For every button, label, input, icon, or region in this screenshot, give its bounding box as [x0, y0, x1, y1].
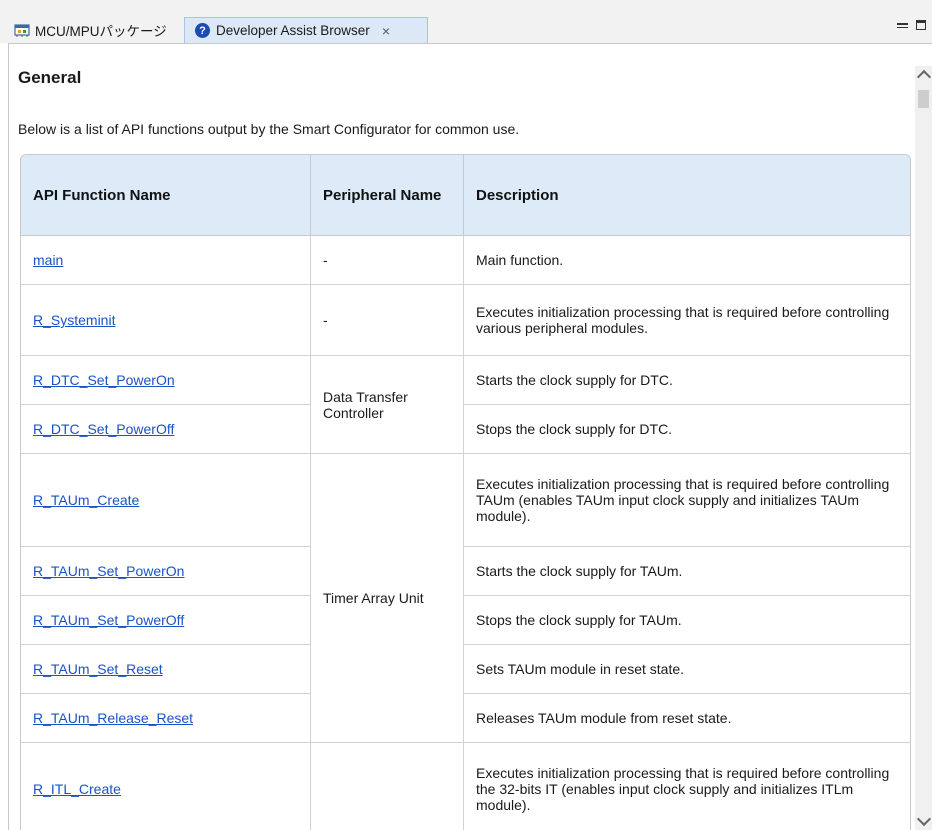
minimize-icon[interactable]	[896, 19, 910, 31]
tab-developer-assist-browser[interactable]: ? Developer Assist Browser ×	[184, 17, 428, 43]
table-row: R_DTC_Set_PowerOff Stops the clock supply…	[21, 404, 910, 454]
column-header-description: Description	[463, 155, 910, 236]
table-row: R_DTC_Set_PowerOn Data Transfer Controlle…	[21, 355, 910, 454]
function-link[interactable]: R_TAUm_Release_Reset	[33, 710, 193, 726]
description-cell: Main function.	[463, 235, 910, 285]
function-link[interactable]: R_DTC_Set_PowerOn	[33, 372, 175, 388]
function-link[interactable]: R_ITL_Create	[33, 781, 121, 797]
close-icon[interactable]: ×	[382, 23, 390, 39]
function-link[interactable]: R_TAUm_Set_PowerOff	[33, 612, 184, 628]
description-cell: Releases TAUm module from reset state.	[463, 693, 910, 743]
function-name-cell: R_TAUm_Release_Reset	[21, 693, 311, 743]
tab-strip: MCU/MPUパッケージ ? Developer Assist Browser …	[0, 17, 932, 43]
description-cell: Executes initialization processing that …	[463, 742, 910, 830]
description-cell: Starts the clock supply for DTC.	[463, 355, 910, 405]
package-icon	[14, 23, 30, 37]
description-cell: Executes initialization processing that …	[463, 284, 910, 356]
function-link[interactable]: main	[33, 252, 63, 268]
peripheral-name-cell	[310, 742, 464, 830]
function-name-cell: R_TAUm_Set_Reset	[21, 644, 311, 694]
function-link[interactable]: R_TAUm_Set_Reset	[33, 661, 163, 677]
help-icon: ?	[195, 23, 210, 38]
browser-content: General Below is a list of API functions…	[8, 43, 932, 830]
peripheral-name-cell: -	[310, 235, 464, 285]
function-name-cell: R_DTC_Set_PowerOff	[21, 404, 311, 454]
function-name-cell: R_TAUm_Set_PowerOn	[21, 546, 311, 596]
scroll-up-icon[interactable]	[916, 69, 932, 85]
column-header-peripheral-name: Peripheral Name	[310, 155, 464, 236]
description-cell: Executes initialization processing that …	[463, 453, 910, 547]
tab-label: Developer Assist Browser	[216, 23, 370, 38]
tab-bar: MCU/MPUパッケージ ? Developer Assist Browser …	[0, 0, 932, 43]
function-link[interactable]: R_TAUm_Create	[33, 492, 139, 508]
function-link[interactable]: R_DTC_Set_PowerOff	[33, 421, 174, 437]
api-function-table: API Function Name Peripheral Name Descri…	[20, 154, 911, 830]
peripheral-name-cell: Data Transfer Controller	[310, 355, 464, 454]
function-link[interactable]: R_TAUm_Set_PowerOn	[33, 563, 184, 579]
function-link[interactable]: R_Systeminit	[33, 312, 115, 328]
function-name-cell: R_TAUm_Create	[21, 453, 311, 547]
peripheral-name-cell: Timer Array Unit	[310, 453, 464, 743]
function-name-cell: R_DTC_Set_PowerOn	[21, 355, 311, 405]
function-name-cell: R_Systeminit	[21, 284, 311, 356]
tab-label: MCU/MPUパッケージ	[35, 24, 167, 39]
description-cell: Starts the clock supply for TAUm.	[463, 546, 910, 596]
peripheral-name-cell: -	[310, 284, 464, 356]
scroll-down-icon[interactable]	[916, 811, 932, 827]
table-row: R_TAUm_Set_PowerOff Stops the clock suppl…	[21, 595, 910, 645]
column-header-api-function-name: API Function Name	[21, 155, 311, 236]
scrollbar-thumb[interactable]	[918, 90, 929, 108]
function-name-cell: R_TAUm_Set_PowerOff	[21, 595, 311, 645]
page-title: General	[18, 68, 82, 87]
function-name-cell: main	[21, 235, 311, 285]
table-row: main - Main function.	[21, 235, 910, 285]
vertical-scrollbar[interactable]	[915, 66, 932, 830]
intro-text: Below is a list of API functions output …	[18, 121, 520, 137]
table-row: R_ITL_Create Executes initialization proc…	[21, 742, 910, 830]
table-row: R_TAUm_Set_PowerOn Starts the clock suppl…	[21, 546, 910, 596]
table-body: main - Main function. R_Systeminit - Executes…	[21, 235, 910, 830]
table-row: R_TAUm_Release_Reset Releases TAUm module…	[21, 693, 910, 743]
maximize-icon[interactable]	[915, 19, 929, 33]
table-row: R_TAUm_Set_Reset Sets TAUm module in rese…	[21, 644, 910, 694]
tab-mcu-mpu-package[interactable]: MCU/MPUパッケージ	[8, 17, 182, 43]
table-header-row: API Function Name Peripheral Name Descri…	[21, 155, 910, 236]
description-cell: Sets TAUm module in reset state.	[463, 644, 910, 694]
description-cell: Stops the clock supply for TAUm.	[463, 595, 910, 645]
table-row: R_Systeminit - Executes initialization pro…	[21, 284, 910, 356]
description-cell: Stops the clock supply for DTC.	[463, 404, 910, 454]
table-row: R_TAUm_Create Timer Array Unit Executes in…	[21, 453, 910, 743]
function-name-cell: R_ITL_Create	[21, 742, 311, 830]
